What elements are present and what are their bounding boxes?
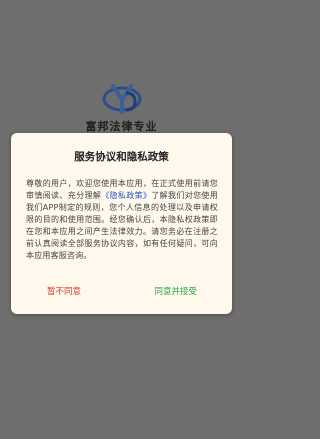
disagree-button[interactable]: 暂不同意 [47,285,81,297]
privacy-policy-link[interactable]: 《隐私政策》 [101,191,151,200]
dialog-body: 尊敬的用户，欢迎您使用本应用，在正式使用前请您审慎阅读、充分理解《隐私政策》了解… [26,178,218,262]
privacy-dialog: 服务协议和隐私政策 尊敬的用户，欢迎您使用本应用，在正式使用前请您审慎阅读、充分… [11,133,232,314]
agree-button[interactable]: 同意并接受 [154,285,197,297]
dialog-title: 服务协议和隐私政策 [74,151,169,163]
dialog-body-text-2: 了解我们对您使用我们APP制定的规则，您个人信息的处理以及申请权限的目的和使用范… [26,191,218,260]
